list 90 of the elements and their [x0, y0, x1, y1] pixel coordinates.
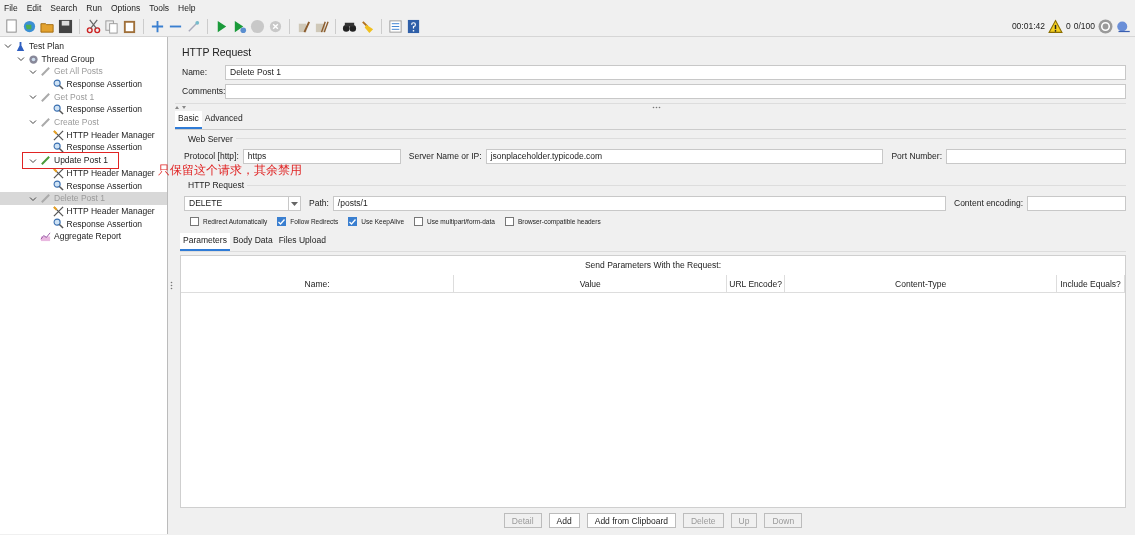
close-circle-icon[interactable]: [268, 18, 283, 34]
new-file-icon[interactable]: [4, 18, 19, 34]
menu-item[interactable]: File: [4, 2, 18, 14]
warning-icon: [1048, 18, 1063, 34]
checkbox[interactable]: [348, 217, 358, 227]
tab[interactable]: Parameters: [180, 232, 230, 251]
column-header: Include Equals?: [1057, 275, 1125, 294]
warning-count: 0: [1066, 19, 1071, 33]
section-title: HTTP Request: [188, 179, 245, 192]
menu-item[interactable]: Run: [86, 2, 102, 14]
protocol-field[interactable]: https: [242, 149, 401, 165]
globe-icon[interactable]: [22, 18, 37, 34]
gear-icon: [27, 53, 39, 65]
tab[interactable]: Files Upload: [275, 232, 329, 251]
help-icon[interactable]: [406, 18, 421, 34]
table-caption: Send Parameters With the Request:: [583, 258, 723, 272]
tools-icon: [52, 167, 64, 179]
tab[interactable]: Basic: [175, 110, 202, 129]
panel-title: HTTP Request: [182, 45, 253, 60]
chevron-down-icon[interactable]: [4, 42, 12, 51]
menu-item[interactable]: Options: [110, 2, 141, 14]
check-icon: [349, 218, 357, 225]
name-field[interactable]: Delete Post 1: [225, 64, 1126, 80]
field-label: Protocol [http]:: [184, 150, 239, 164]
tab[interactable]: Advanced: [201, 110, 246, 129]
column-header: Content-Type: [785, 275, 1058, 294]
magnifier-icon: [52, 78, 64, 90]
tree-item[interactable]: Thread Group: [41, 52, 95, 66]
field-label: Comments:: [181, 84, 225, 98]
pen-icon: [40, 91, 51, 103]
tree-item[interactable]: Update Post 1: [54, 154, 108, 167]
checkbox[interactable]: [190, 217, 199, 227]
encoding-field[interactable]: [1027, 196, 1126, 211]
server-field[interactable]: jsonplaceholder.typicode.com: [485, 149, 884, 165]
menu-item[interactable]: Edit: [26, 2, 42, 14]
caret-icon: [291, 201, 298, 206]
list-icon[interactable]: [388, 18, 403, 34]
field-label: Port Number:: [891, 150, 942, 164]
clipboard-icon[interactable]: [122, 18, 137, 34]
menu-item[interactable]: Search: [50, 2, 78, 14]
tree-item[interactable]: Response Assertion: [66, 179, 143, 193]
chart-icon: [40, 231, 51, 243]
tree-item[interactable]: HTTP Header Manager: [66, 166, 155, 180]
magnifier-icon: [52, 104, 64, 116]
table-action-button[interactable]: Add from Clipboard: [586, 513, 676, 528]
tab[interactable]: Body Data: [229, 232, 276, 251]
collapse-arrows-icon[interactable]: [175, 104, 187, 110]
copy-icon[interactable]: [104, 18, 119, 34]
tools-icon: [52, 205, 64, 217]
field-label: Server Name or IP:: [408, 150, 482, 164]
field-label: Name:: [181, 65, 209, 79]
tools-icon: [52, 129, 64, 141]
field-label: Content encoding:: [954, 197, 1023, 210]
annotation-text: 只保留这个请求，其余禁用: [158, 163, 302, 177]
port-field[interactable]: [946, 149, 1126, 165]
tree-item[interactable]: Aggregate Report: [54, 230, 122, 244]
chevron-down-icon[interactable]: [16, 55, 25, 64]
play-step-icon[interactable]: [232, 18, 247, 34]
column-header: Name:: [181, 275, 455, 294]
elapsed-time: 00:01:42: [1011, 19, 1045, 33]
check-icon: [278, 218, 286, 225]
path-field[interactable]: /posts/1: [332, 196, 946, 211]
scissors-icon[interactable]: [86, 18, 101, 34]
checkbox[interactable]: [277, 217, 287, 227]
save-icon[interactable]: [58, 18, 73, 34]
thread-count: 0/100: [1073, 19, 1095, 33]
checkbox[interactable]: [504, 217, 514, 227]
magnifier-icon: [52, 218, 64, 230]
pen-icon: [40, 66, 51, 78]
pen-icon: [40, 155, 51, 167]
pen-icon: [40, 116, 51, 128]
column-header: Value: [454, 275, 728, 294]
method-dropdown[interactable]: DELETE: [184, 196, 301, 211]
table-action-button[interactable]: Add: [548, 513, 580, 528]
magnifier-icon: [52, 180, 64, 192]
tree-item[interactable]: Test Plan: [29, 39, 64, 53]
menu-item[interactable]: Help: [178, 2, 196, 14]
chevron-down-icon[interactable]: [29, 156, 37, 165]
circle-icon[interactable]: [1098, 18, 1113, 34]
magnifier-icon: [52, 142, 64, 154]
plus-icon[interactable]: [150, 18, 165, 34]
field-label: Path:: [309, 197, 329, 210]
column-header: URL Encode?: [727, 275, 786, 294]
section-title: Web Server: [188, 132, 233, 146]
menu-item[interactable]: Tools: [149, 2, 170, 14]
comments-field[interactable]: [225, 83, 1126, 99]
checkbox[interactable]: [414, 217, 423, 227]
flask-icon: [15, 40, 26, 52]
wand-icon[interactable]: [186, 18, 201, 34]
pen-icon: [40, 193, 51, 205]
